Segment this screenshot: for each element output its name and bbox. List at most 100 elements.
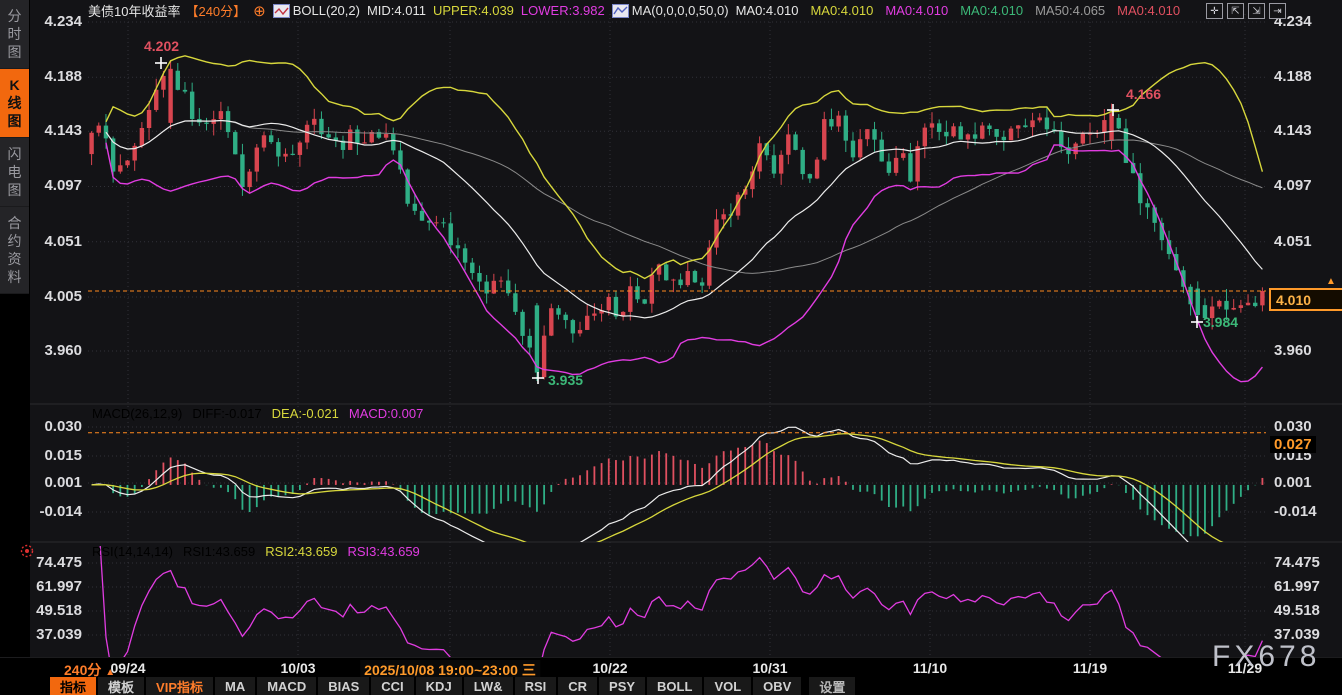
- sidebar-item-kline-chart[interactable]: K线图: [0, 69, 29, 138]
- sidebar-item-contract-info[interactable]: 合约资料: [0, 207, 29, 294]
- ma-value-2: MA0:4.010: [885, 3, 948, 18]
- price-annotation: 3.935: [548, 372, 583, 388]
- y-axis-tick: 61.997: [36, 578, 82, 595]
- indicator-toolbar: 指标模板VIP指标MAMACDBIASCCIKDJLW&RSICRPSYBOLL…: [0, 677, 1342, 695]
- y-axis-tick: 3.960: [1274, 342, 1312, 359]
- y-axis-tick: 4.234: [44, 13, 82, 30]
- y-axis-tick: 4.143: [1274, 122, 1312, 139]
- x-axis-date: 10/31: [752, 660, 787, 676]
- y-axis-tick: 4.051: [1274, 233, 1312, 250]
- window-controls: ✛⇱⇲⇥: [1206, 3, 1286, 19]
- y-axis-tick: 4.188: [44, 68, 82, 85]
- tab-psy[interactable]: PSY: [599, 677, 645, 695]
- tab-vip-indicator[interactable]: VIP指标: [146, 677, 213, 695]
- fx678-watermark: FX678: [1212, 640, 1320, 674]
- tab-ma[interactable]: MA: [215, 677, 255, 695]
- sidebar-item-time-chart[interactable]: 分时图: [0, 0, 29, 69]
- boll-mid: MID:4.011: [367, 3, 426, 18]
- ma-value-0: MA0:4.010: [736, 3, 799, 18]
- tab-boll[interactable]: BOLL: [647, 677, 702, 695]
- axis-scale-right-icon[interactable]: ⇲: [1248, 3, 1265, 19]
- price-up-arrow: ▲: [1326, 276, 1336, 287]
- candlesticks: [89, 60, 1264, 381]
- y-axis-tick: 0.030: [1274, 418, 1312, 435]
- annotation-cross: [1107, 104, 1119, 116]
- instrument-title: 美债10年收益率: [88, 1, 180, 20]
- macd-params: MACD(26,12,9): [92, 406, 182, 421]
- y-axis-tick: 3.960: [44, 342, 82, 359]
- rsi-settings-icon[interactable]: [19, 543, 35, 564]
- y-axis-tick: 4.097: [1274, 177, 1312, 194]
- tab-indicator[interactable]: 指标: [50, 677, 96, 695]
- current-price-tag: 4.010: [1269, 288, 1342, 311]
- y-axis-tick: 0.001: [1274, 474, 1312, 491]
- rsi1-value: RSI1:43.659: [183, 544, 255, 559]
- x-axis-date: 09/24: [110, 660, 145, 676]
- price-annotation: 4.202: [144, 38, 179, 54]
- y-axis-tick: 74.475: [1274, 554, 1320, 571]
- tab-obv[interactable]: OBV: [753, 677, 801, 695]
- tab-cr[interactable]: CR: [558, 677, 597, 695]
- chart-canvas[interactable]: [0, 0, 1342, 695]
- tab-macd[interactable]: MACD: [257, 677, 316, 695]
- x-axis-date: 11/10: [913, 660, 947, 676]
- add-indicator-icon[interactable]: ⊕: [253, 2, 266, 20]
- boll-chart-icon[interactable]: [273, 4, 290, 18]
- ma-value-5: MA0:4.010: [1117, 3, 1180, 18]
- y-axis-tick: 4.051: [44, 233, 82, 250]
- tab-kdj[interactable]: KDJ: [416, 677, 462, 695]
- boll-upper: UPPER:4.039: [433, 3, 514, 18]
- tab-template[interactable]: 模板: [98, 677, 144, 695]
- y-axis-tick: 37.039: [36, 626, 82, 643]
- y-axis-tick: 4.097: [44, 177, 82, 194]
- y-axis-tick: -0.014: [1274, 503, 1317, 520]
- chart-header: 美债10年收益率 【240分】 ⊕ BOLL(20,2) MID:4.011 U…: [88, 2, 1180, 19]
- tab-cci[interactable]: CCI: [371, 677, 413, 695]
- tab-vol[interactable]: VOL: [704, 677, 751, 695]
- pan-icon[interactable]: ✛: [1206, 3, 1223, 19]
- time-axis: 240分 ▲ 09/2410/0310/2210/3111/1011/1911/…: [0, 657, 1342, 678]
- ma-values: MA0:4.010 MA0:4.010 MA0:4.010 MA0:4.010 MA50…: [736, 3, 1180, 18]
- x-axis-date: 10/22: [592, 660, 627, 676]
- sidebar-item-flash-chart[interactable]: 闪电图: [0, 138, 29, 207]
- tab-settings[interactable]: 设置: [809, 677, 855, 695]
- exit-pane-icon[interactable]: ⇥: [1269, 3, 1286, 19]
- trading-app: 分时图K线图闪电图合约资料 美债10年收益率 【240分】 ⊕ BOLL(20,…: [0, 0, 1342, 695]
- period-tag[interactable]: 【240分】: [185, 1, 246, 20]
- rsi3-value: RSI3:43.659: [348, 544, 420, 559]
- y-axis-tick: 4.005: [44, 288, 82, 305]
- rsi-params: RSI(14,14,14): [92, 544, 173, 559]
- y-axis-tick: 74.475: [36, 554, 82, 571]
- macd-diff-value: DIFF:-0.017: [192, 406, 261, 421]
- ma-value-1: MA0:4.010: [810, 3, 873, 18]
- tab-bias[interactable]: BIAS: [318, 677, 369, 695]
- macd-current-tag: 0.027: [1270, 436, 1316, 453]
- y-axis-tick: 4.143: [44, 122, 82, 139]
- annotation-cross: [155, 57, 167, 69]
- y-axis-tick: 4.188: [1274, 68, 1312, 85]
- y-axis-tick: 49.518: [1274, 602, 1320, 619]
- ma-value-4: MA50:4.065: [1035, 3, 1105, 18]
- x-axis-date: 11/19: [1073, 660, 1107, 676]
- boll-label: BOLL(20,2): [293, 3, 360, 18]
- price-annotation: 3.984: [1203, 314, 1238, 330]
- y-axis-tick: 0.001: [44, 474, 82, 491]
- macd-hist-value: MACD:0.007: [349, 406, 423, 421]
- boll-lower: LOWER:3.982: [521, 3, 605, 18]
- ma-chart-icon[interactable]: [612, 4, 629, 18]
- price-annotation: 4.166: [1126, 86, 1161, 102]
- ma-label: MA(0,0,0,0,50,0): [632, 3, 729, 18]
- rsi-legend: RSI(14,14,14) RSI1:43.659 RSI2:43.659 RS…: [92, 544, 420, 559]
- tab-lw[interactable]: LW&: [464, 677, 513, 695]
- y-axis-tick: 61.997: [1274, 578, 1320, 595]
- y-axis-tick: 49.518: [36, 602, 82, 619]
- macd-legend: MACD(26,12,9) DIFF:-0.017 DEA:-0.021 MAC…: [92, 406, 423, 421]
- ma-value-3: MA0:4.010: [960, 3, 1023, 18]
- annotation-cross: [1191, 316, 1203, 328]
- y-axis-tick: 0.015: [44, 447, 82, 464]
- y-axis-tick: -0.014: [39, 503, 82, 520]
- macd-dea-value: DEA:-0.021: [272, 406, 339, 421]
- tab-rsi[interactable]: RSI: [515, 677, 557, 695]
- axis-scale-up-icon[interactable]: ⇱: [1227, 3, 1244, 19]
- x-axis-date: 10/03: [280, 660, 315, 676]
